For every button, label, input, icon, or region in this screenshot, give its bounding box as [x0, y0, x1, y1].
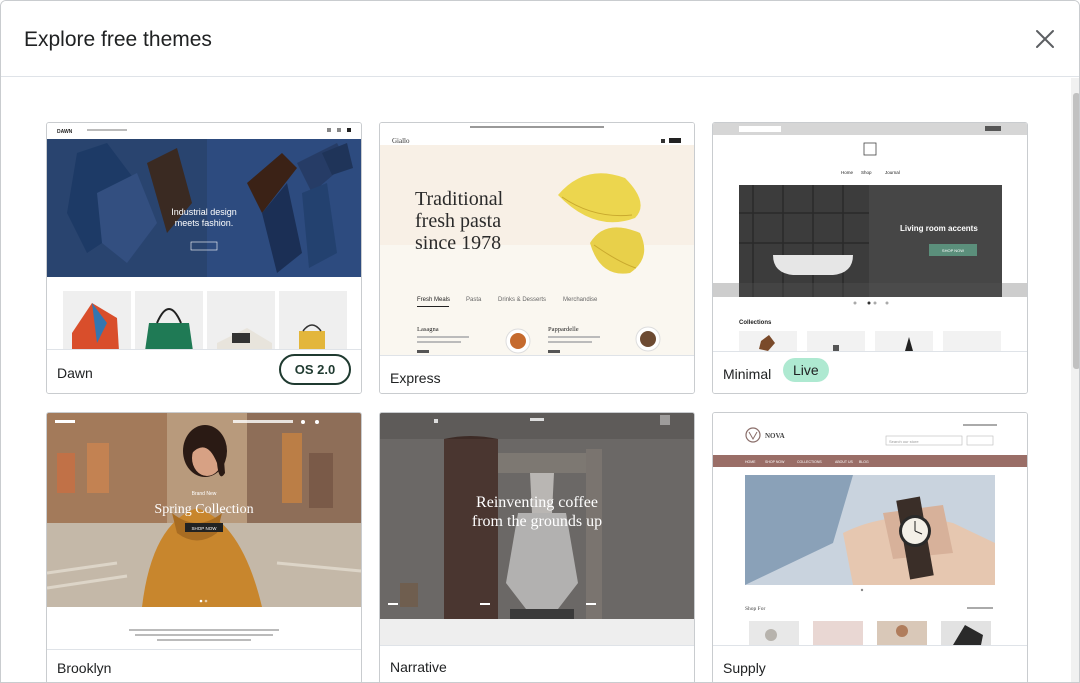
express-tab-3: Drinks & Desserts [498, 297, 546, 303]
express-headline-1: Traditional [415, 188, 504, 210]
narrative-headline-1: Reinventing coffee [476, 494, 598, 511]
narrative-headline-2: from the grounds up [472, 513, 602, 530]
theme-name: Express [390, 370, 441, 386]
theme-preview-express: Giallo Traditional fresh pasta since 197… [380, 123, 694, 355]
dawn-headline-2: meets fashion. [175, 218, 234, 228]
theme-card-footer: Dawn OS 2.0 [47, 349, 361, 393]
theme-name: Supply [723, 660, 766, 676]
dawn-headline-1: Industrial design [171, 207, 237, 217]
theme-card-express[interactable]: Giallo Traditional fresh pasta since 197… [379, 122, 695, 394]
express-logo: Giallo [392, 137, 410, 145]
theme-preview-dawn: DAWN Industrial design meets fashion. [47, 123, 361, 349]
theme-preview-brooklyn: Brand New Spring Collection SHOP NOW [47, 413, 361, 649]
express-item-2: Pappardelle [548, 326, 579, 333]
modal-header: Explore free themes [1, 1, 1079, 77]
supply-section-title: Shop For [745, 606, 765, 612]
minimal-nav-journal: Journal [885, 170, 900, 175]
theme-name: Minimal [723, 366, 772, 382]
theme-card-brooklyn[interactable]: Brand New Spring Collection SHOP NOW Bro… [46, 412, 362, 682]
supply-menu-3: COLLECTIONS [797, 460, 822, 464]
theme-name: Brooklyn [57, 660, 112, 676]
theme-card-footer: Narrative [380, 645, 694, 682]
brooklyn-headline: Spring Collection [154, 502, 253, 517]
theme-name: Narrative [390, 659, 447, 675]
express-tab-4: Merchandise [563, 297, 598, 303]
close-button[interactable] [1031, 25, 1059, 53]
minimal-nav-shop: Shop [861, 170, 872, 175]
scrollbar-thumb[interactable] [1073, 93, 1079, 369]
theme-preview-minimal: Home Shop Journal Living room accents SH… [713, 123, 1027, 351]
supply-menu-4: ABOUT US [835, 460, 853, 464]
express-headline-3: since 1978 [415, 232, 501, 254]
theme-card-dawn[interactable]: DAWN Industrial design meets fashion. Da… [46, 122, 362, 394]
theme-modal: Explore free themes DAWN Industrial desi… [0, 0, 1080, 683]
theme-card-footer: Minimal Live [713, 351, 1027, 393]
minimal-banner-text: Living room accents [900, 224, 978, 233]
minimal-collections-title: Collections [739, 320, 772, 326]
theme-card-narrative[interactable]: Reinventing coffee from the grounds up N… [379, 412, 695, 682]
express-tab-2: Pasta [466, 297, 482, 303]
theme-name: Dawn [57, 365, 93, 381]
close-icon [1036, 30, 1054, 48]
express-headline-2: fresh pasta [415, 210, 501, 232]
theme-card-minimal[interactable]: Home Shop Journal Living room accents SH… [712, 122, 1028, 394]
supply-search: Search our store [889, 439, 919, 444]
theme-card-footer: Brooklyn [47, 649, 361, 682]
modal-title: Explore free themes [24, 28, 212, 51]
minimal-nav-home: Home [841, 170, 854, 175]
theme-card-supply[interactable]: NOVA Search our store HOME SHOP NOW COLL… [712, 412, 1028, 682]
brooklyn-eyebrow: Brand New [192, 491, 217, 497]
brooklyn-button: SHOP NOW [192, 526, 218, 531]
theme-preview-supply: NOVA Search our store HOME SHOP NOW COLL… [713, 413, 1027, 645]
theme-card-footer: Supply [713, 645, 1027, 682]
supply-logo: NOVA [765, 432, 785, 440]
theme-card-footer: Express [380, 355, 694, 393]
live-badge: Live [783, 358, 829, 382]
os2-badge: OS 2.0 [279, 354, 351, 385]
theme-preview-narrative: Reinventing coffee from the grounds up [380, 413, 694, 645]
minimal-banner-button: SHOP NOW [942, 248, 964, 253]
dawn-logo: DAWN [57, 129, 73, 135]
supply-menu-5: BLOG [859, 460, 869, 464]
supply-menu-2: SHOP NOW [765, 460, 785, 464]
express-item-1: Lasagna [417, 326, 439, 333]
supply-menu-1: HOME [745, 460, 756, 464]
express-tab-1: Fresh Meals [417, 297, 450, 303]
